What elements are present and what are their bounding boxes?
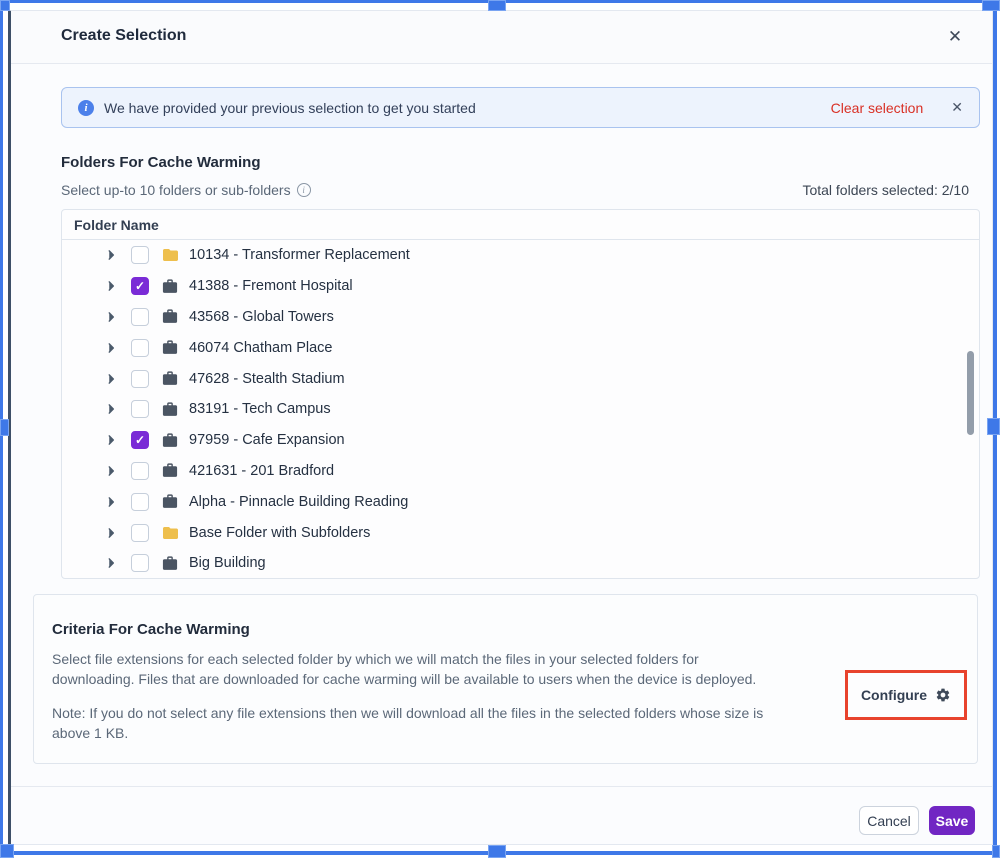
tree-row[interactable]: 41388 - Fremont Hospital [62, 271, 979, 302]
banner-dismiss-icon[interactable]: ✕ [951, 99, 963, 116]
criteria-note-line: above 1 KB. [52, 723, 852, 743]
create-selection-modal: Create Selection ✕ i We have provided yo… [8, 10, 993, 845]
tree-scrollbar-thumb[interactable] [967, 351, 974, 435]
briefcase-icon [161, 462, 180, 480]
folder-icon [161, 524, 180, 542]
clear-selection-link[interactable]: Clear selection [831, 100, 924, 116]
chevron-right-icon[interactable] [104, 279, 118, 293]
folder-tree-table: Folder Name 10134 - Transformer Replacem… [61, 209, 980, 579]
chevron-right-icon[interactable] [104, 372, 118, 386]
tree-row[interactable]: Alpha - Pinnacle Building Reading [62, 486, 979, 517]
selection-handle-right-mid[interactable] [987, 418, 1000, 435]
configure-highlight-box: Configure [845, 670, 967, 720]
cancel-button[interactable]: Cancel [859, 806, 919, 835]
row-checkbox[interactable] [131, 308, 149, 326]
configure-button[interactable]: Configure [861, 687, 951, 703]
footer-divider [11, 786, 992, 787]
modal-title: Create Selection [61, 27, 186, 45]
criteria-title: Criteria For Cache Warming [52, 621, 250, 638]
folder-tree-rows: 10134 - Transformer Replacement 41388 - … [62, 240, 979, 579]
row-checkbox[interactable] [131, 400, 149, 418]
chevron-right-icon[interactable] [104, 310, 118, 324]
chevron-right-icon[interactable] [104, 464, 118, 478]
tree-row-label: 41388 - Fremont Hospital [189, 278, 353, 294]
briefcase-icon [161, 493, 180, 511]
tree-row-label: Big Building [189, 555, 266, 571]
tree-row-label: 83191 - Tech Campus [189, 401, 331, 417]
tree-row[interactable]: 83191 - Tech Campus [62, 394, 979, 425]
gear-icon [935, 687, 951, 703]
folders-section-subtitle: Select up-to 10 folders or sub-folders i [61, 182, 311, 198]
selection-handle-bottom-right[interactable] [992, 845, 1000, 858]
tree-row[interactable]: 47628 - Stealth Stadium [62, 363, 979, 394]
tree-row-label: 47628 - Stealth Stadium [189, 371, 345, 387]
selection-handle-top-mid[interactable] [488, 0, 506, 11]
tree-row[interactable]: 97959 - Cafe Expansion [62, 425, 979, 456]
criteria-section: Criteria For Cache Warming Select file e… [33, 594, 978, 764]
modal-close-icon[interactable]: ✕ [942, 24, 968, 50]
folder-icon [161, 246, 180, 264]
criteria-note: Note: If you do not select any file exte… [52, 703, 852, 743]
criteria-note-line: Note: If you do not select any file exte… [52, 703, 852, 723]
save-button[interactable]: Save [929, 806, 975, 835]
briefcase-icon [161, 400, 180, 418]
tree-row[interactable]: Base Folder with Subfolders [62, 517, 979, 548]
tree-row[interactable]: 10134 - Transformer Replacement [62, 240, 979, 271]
tree-row[interactable]: 43568 - Global Towers [62, 302, 979, 333]
configure-label: Configure [861, 687, 927, 703]
tree-row[interactable]: 46074 Chatham Place [62, 332, 979, 363]
chevron-right-icon[interactable] [104, 495, 118, 509]
row-checkbox[interactable] [131, 339, 149, 357]
info-icon: i [78, 100, 94, 116]
folder-name-column-header: Folder Name [62, 210, 979, 240]
chevron-right-icon[interactable] [104, 341, 118, 355]
tree-row-label: 10134 - Transformer Replacement [189, 247, 410, 263]
tree-row[interactable]: Big Building [62, 548, 979, 579]
subtitle-info-icon[interactable]: i [297, 183, 311, 197]
briefcase-icon [161, 277, 180, 295]
briefcase-icon [161, 370, 180, 388]
tree-row-label: 46074 Chatham Place [189, 340, 333, 356]
tree-row-label: Alpha - Pinnacle Building Reading [189, 494, 408, 510]
criteria-description-line: Select file extensions for each selected… [52, 649, 852, 669]
banner-message: We have provided your previous selection… [104, 100, 831, 116]
subtitle-text: Select up-to 10 folders or sub-folders [61, 182, 291, 198]
tree-row-label: 421631 - 201 Bradford [189, 463, 334, 479]
tree-row-label: 43568 - Global Towers [189, 309, 334, 325]
screenshot-stage: Create Selection ✕ i We have provided yo… [0, 0, 1000, 858]
row-checkbox[interactable] [131, 524, 149, 542]
selection-handle-top-left[interactable] [0, 0, 10, 11]
tree-row[interactable]: 421631 - 201 Bradford [62, 456, 979, 487]
row-checkbox[interactable] [131, 370, 149, 388]
row-checkbox[interactable] [131, 431, 149, 449]
chevron-right-icon[interactable] [104, 248, 118, 262]
tree-row-label: 97959 - Cafe Expansion [189, 432, 345, 448]
selection-handle-top-right[interactable] [982, 0, 1000, 11]
briefcase-icon [161, 339, 180, 357]
folders-section-title: Folders For Cache Warming [61, 154, 260, 171]
chevron-right-icon[interactable] [104, 402, 118, 416]
row-checkbox[interactable] [131, 277, 149, 295]
criteria-description-line: downloading. Files that are downloaded f… [52, 669, 852, 689]
row-checkbox[interactable] [131, 493, 149, 511]
row-checkbox[interactable] [131, 554, 149, 572]
chevron-right-icon[interactable] [104, 556, 118, 570]
row-checkbox[interactable] [131, 462, 149, 480]
previous-selection-banner: i We have provided your previous selecti… [61, 87, 980, 128]
total-folders-counter: Total folders selected: 2/10 [802, 182, 969, 198]
chevron-right-icon[interactable] [104, 433, 118, 447]
modal-header: Create Selection ✕ [11, 11, 992, 64]
criteria-description: Select file extensions for each selected… [52, 649, 852, 689]
row-checkbox[interactable] [131, 246, 149, 264]
selection-handle-left-mid[interactable] [0, 419, 9, 436]
chevron-right-icon[interactable] [104, 526, 118, 540]
selection-handle-bottom-mid[interactable] [488, 845, 506, 858]
tree-row-label: Base Folder with Subfolders [189, 525, 370, 541]
briefcase-icon [161, 431, 180, 449]
briefcase-icon [161, 554, 180, 572]
selection-handle-bottom-left[interactable] [0, 844, 14, 858]
briefcase-icon [161, 308, 180, 326]
